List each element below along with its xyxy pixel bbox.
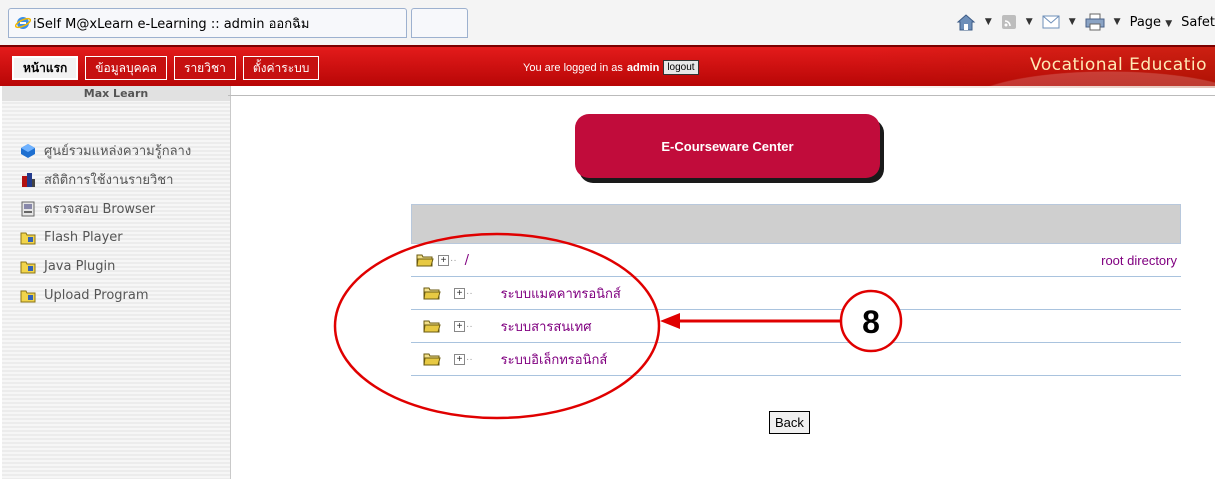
sidebar-item-course-stats[interactable]: สถิติการใช้งานรายวิชา <box>20 165 191 194</box>
tree-connector: ·· <box>466 320 473 332</box>
logout-button[interactable]: logout <box>663 60 699 75</box>
browser-toolbar: ▼ ▼ ▼ ▼ Page ▼ Safet <box>956 9 1215 35</box>
sidebar-heading: Max Learn <box>2 86 230 101</box>
printer-icon[interactable] <box>1085 13 1105 31</box>
sidebar-item-label: ศูนย์รวมแหล่งความรู้กลาง <box>44 144 192 159</box>
folder-icon <box>20 261 36 273</box>
expand-icon[interactable]: + <box>454 353 465 365</box>
page-menu[interactable]: Page ▼ <box>1130 15 1173 30</box>
sidebar-item-label: Flash Player <box>44 230 123 245</box>
home-dropdown-icon[interactable]: ▼ <box>985 17 992 27</box>
tree-connector: ·· <box>450 254 457 266</box>
printer-dropdown-icon[interactable]: ▼ <box>1114 17 1121 27</box>
folder-icon <box>20 290 36 302</box>
home-icon[interactable] <box>956 13 976 31</box>
folder-row: + ·· ระบบแมคคาทรอนิกส์ <box>411 277 1181 310</box>
tab-title: iSelf M@xLearn e-Learning :: admin ออกฉิ… <box>33 16 310 32</box>
cube-icon <box>21 143 35 158</box>
sidebar-item-label: ตรวจสอบ Browser <box>44 202 156 217</box>
new-tab-button[interactable] <box>411 8 468 38</box>
root-path-link[interactable]: / <box>465 253 469 268</box>
menu-personal-info[interactable]: ข้อมูลบุคคล <box>85 56 167 80</box>
folder-link-electronics[interactable]: ระบบอิเล็กทรอนิกส์ <box>501 349 608 370</box>
mail-icon[interactable] <box>1042 15 1060 29</box>
logged-user: admin <box>626 61 660 74</box>
sidebar-item-label: Java Plugin <box>44 259 116 274</box>
sidebar-item-label: สถิติการใช้งานรายวิชา <box>44 173 174 188</box>
sidebar-item-java-plugin[interactable]: Java Plugin <box>20 252 191 281</box>
folder-link-information-systems[interactable]: ระบบสารสนเทศ <box>501 316 592 337</box>
header-bar: หน้าแรก ข้อมูลบุคคล รายวิชา ตั้งค่าระบบ … <box>0 45 1215 88</box>
menu-system-settings[interactable]: ตั้งค่าระบบ <box>242 56 320 80</box>
folder-row: + ·· ระบบอิเล็กทรอนิกส์ <box>411 343 1181 376</box>
menu-courses[interactable]: รายวิชา <box>174 56 236 80</box>
sidebar-item-label: Upload Program <box>44 288 149 303</box>
expand-icon[interactable]: + <box>454 320 465 332</box>
browser-check-icon <box>21 201 35 216</box>
back-button[interactable]: Back <box>769 411 810 434</box>
root-row: + ·· / root directory <box>411 244 1181 277</box>
menu-home[interactable]: หน้าแรก <box>12 56 79 80</box>
folder-link-mechatronics[interactable]: ระบบแมคคาทรอนิกส์ <box>501 283 621 304</box>
logged-prefix: You are logged in as <box>523 61 623 74</box>
tree-connector: ·· <box>466 287 473 299</box>
open-folder-icon[interactable] <box>423 319 441 333</box>
sidebar-item-flash-player[interactable]: Flash Player <box>20 223 191 252</box>
folder-row: + ·· ระบบสารสนเทศ <box>411 310 1181 343</box>
root-directory-label: root directory <box>1101 252 1177 268</box>
content-frame-border <box>228 95 1215 98</box>
tree-connector: ·· <box>466 353 473 365</box>
open-folder-icon[interactable] <box>416 253 434 267</box>
sidebar-item-knowledge-center[interactable]: ศูนย์รวมแหล่งความรู้กลาง <box>20 136 191 165</box>
open-folder-icon[interactable] <box>423 286 441 300</box>
site-name: Vocational Educatio <box>1030 55 1207 75</box>
sidebar-item-upload-program[interactable]: Upload Program <box>20 281 191 310</box>
main-menu: หน้าแรก ข้อมูลบุคคล รายวิชา ตั้งค่าระบบ <box>12 56 320 80</box>
feeds-icon[interactable] <box>1001 14 1017 30</box>
expand-icon[interactable]: + <box>438 254 449 266</box>
mail-dropdown-icon[interactable]: ▼ <box>1069 17 1076 27</box>
folder-table-header <box>411 204 1181 244</box>
ie-icon <box>15 17 31 29</box>
login-status: You are logged in as admin logout <box>523 60 699 75</box>
expand-icon[interactable]: + <box>454 287 465 299</box>
sidebar-item-browser-check[interactable]: ตรวจสอบ Browser <box>20 194 191 223</box>
browser-chrome: iSelf M@xLearn e-Learning :: admin ออกฉิ… <box>0 0 1215 45</box>
stats-icon <box>22 172 35 187</box>
folder-icon <box>20 232 36 244</box>
open-folder-icon[interactable] <box>423 352 441 366</box>
e-courseware-center-button[interactable]: E-Courseware Center <box>575 114 880 178</box>
browser-tab[interactable]: iSelf M@xLearn e-Learning :: admin ออกฉิ… <box>8 8 407 38</box>
safety-menu[interactable]: Safet <box>1181 15 1215 30</box>
sidebar: Max Learn ศูนย์รวมแหล่งความรู้กลาง สถิติ… <box>2 86 231 479</box>
feeds-dropdown-icon[interactable]: ▼ <box>1026 17 1033 27</box>
